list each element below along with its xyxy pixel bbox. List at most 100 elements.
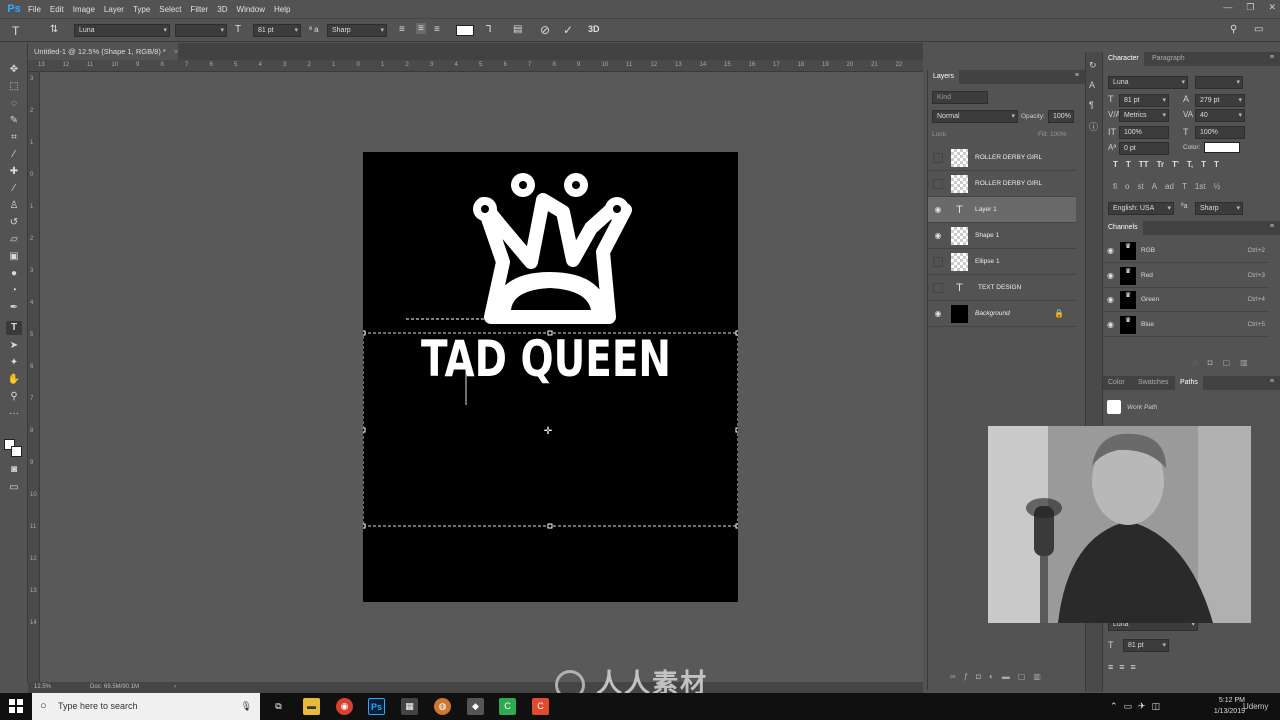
channel-row[interactable]: ◉ ♛ RGB Ctrl+2 <box>1103 239 1269 263</box>
character-panel-icon[interactable]: ▤ <box>513 24 522 35</box>
char-style-button[interactable]: T <box>1214 160 1219 172</box>
menu-window[interactable]: Window <box>237 5 265 14</box>
char-style-button[interactable]: T' <box>1172 160 1179 172</box>
zoom-tool-icon[interactable]: ⚲ <box>6 390 22 404</box>
calculator-icon[interactable]: ▦ <box>401 698 418 715</box>
char-font-style[interactable]: ▾ <box>1195 76 1243 89</box>
marquee-tool-icon[interactable]: ⬚ <box>6 80 22 94</box>
brush-tool-icon[interactable]: ⁄ <box>6 182 22 196</box>
new-channel-icon[interactable]: ▢ <box>1223 358 1241 367</box>
warp-text-icon[interactable]: Ꞁ <box>486 24 492 35</box>
status-arrow-icon[interactable]: › <box>174 682 176 693</box>
tab-character[interactable]: Character <box>1103 52 1144 66</box>
tab-close-icon[interactable]: × <box>174 43 178 60</box>
layer-filter-select[interactable]: Kind <box>932 91 988 104</box>
tab-swatches[interactable]: Swatches <box>1133 376 1173 390</box>
app-orange-icon[interactable]: ◍ <box>434 698 451 715</box>
visibility-eye-icon[interactable] <box>933 179 943 189</box>
opentype-button[interactable]: st <box>1137 182 1143 194</box>
visibility-eye-icon[interactable] <box>933 153 943 163</box>
taskbar-clock[interactable]: 5:12 PM 1/13/2019 <box>1214 695 1245 717</box>
camtasia-red-icon[interactable]: C <box>532 698 549 715</box>
visibility-eye-icon[interactable]: ◉ <box>1107 271 1114 280</box>
char-style-button[interactable]: Tr <box>1157 160 1165 172</box>
healing-brush-tool-icon[interactable]: ✚ <box>6 165 22 179</box>
blur-tool-icon[interactable]: ● <box>6 267 22 281</box>
tab-channels[interactable]: Channels <box>1103 221 1143 235</box>
channel-row[interactable]: ◉ ♛ Red Ctrl+3 <box>1103 264 1269 288</box>
char-tracking[interactable]: 40 ▾ <box>1195 109 1245 122</box>
system-tray[interactable]: ⌃▭✈◫ <box>1110 701 1166 712</box>
visibility-eye-icon[interactable]: ◉ <box>1107 295 1114 304</box>
layer-row[interactable]: ROLLER DERBY GIRL <box>928 145 1076 171</box>
canvas-text-layer[interactable]: TAD QUEEN <box>421 330 671 388</box>
font-family-select[interactable]: Luna ▾ <box>74 24 170 37</box>
taskbar-search-box[interactable]: ○ Type here to search 🎙 <box>32 693 260 720</box>
history-icon[interactable]: ↻ <box>1089 60 1097 71</box>
clone-stamp-tool-icon[interactable]: ♙ <box>6 199 22 213</box>
eraser-tool-icon[interactable]: ▱ <box>6 233 22 247</box>
crop-tool-icon[interactable]: ⌗ <box>6 131 22 145</box>
background-color-swatch[interactable] <box>11 446 22 457</box>
zoom-level[interactable]: 12.5% <box>34 682 51 693</box>
antialias-select[interactable]: Sharp ▾ <box>327 24 387 37</box>
menu-filter[interactable]: Filter <box>191 5 209 14</box>
char-horizontal-scale[interactable]: 100% <box>1195 126 1245 139</box>
type-tool-icon[interactable]: T <box>6 321 22 335</box>
char-style-button[interactable]: T <box>1126 160 1131 172</box>
photoshop-taskbar-icon[interactable]: Ps <box>368 698 385 715</box>
fill-value[interactable]: 100% <box>1050 131 1067 138</box>
tab-layers[interactable]: Layers <box>928 70 960 84</box>
hand-tool-icon[interactable]: ✋ <box>6 373 22 387</box>
dodge-tool-icon[interactable]: ◔ <box>6 284 22 298</box>
menu-type[interactable]: Type <box>133 5 150 14</box>
layer-row[interactable]: T TEXT DESIGN <box>928 275 1076 301</box>
3d-button[interactable]: 3D <box>588 24 600 34</box>
layer-row[interactable]: ROLLER DERBY GIRL <box>928 171 1076 197</box>
opentype-button[interactable]: ad <box>1165 182 1174 194</box>
minimize-icon[interactable]: — <box>1223 2 1232 13</box>
delete-layer-icon[interactable]: ▥ <box>1033 672 1049 681</box>
font-style-select[interactable]: ▾ <box>175 24 227 37</box>
chrome-icon[interactable]: ◉ <box>336 698 353 715</box>
char-style-button[interactable]: T <box>1113 160 1118 172</box>
windows-start-icon[interactable] <box>9 699 23 713</box>
font-size-field[interactable]: 81 pt ▾ <box>253 24 301 37</box>
align-left-icon[interactable]: ≡ <box>399 24 405 35</box>
tab-paths[interactable]: Paths <box>1175 376 1203 390</box>
link-layers-icon[interactable]: ∞ <box>950 672 964 681</box>
visibility-eye-icon[interactable]: ◉ <box>933 309 943 319</box>
gradient-tool-icon[interactable]: ▣ <box>6 250 22 264</box>
quick-select-tool-icon[interactable]: ✎ <box>6 114 22 128</box>
visibility-eye-icon[interactable]: ◉ <box>1107 320 1114 329</box>
fx-icon[interactable]: ƒ <box>964 672 976 681</box>
more-tools-icon[interactable]: ··· <box>6 407 22 421</box>
char-kerning[interactable]: Metrics ▾ <box>1119 109 1169 122</box>
new-layer-icon[interactable]: ▢ <box>1018 672 1034 681</box>
search-icon[interactable]: ⚲ <box>1230 24 1237 35</box>
move-tool-icon[interactable]: ✥ <box>6 63 22 77</box>
lower-align-buttons[interactable]: ≡≡≡ <box>1108 662 1142 672</box>
menu-3d[interactable]: 3D <box>217 5 227 14</box>
save-selection-icon[interactable]: ◘ <box>1208 358 1223 367</box>
char-font-family[interactable]: Luna ▾ <box>1108 76 1188 89</box>
layer-row[interactable]: ◉ T Layer 1 <box>928 197 1076 223</box>
align-right-icon[interactable]: ≡ <box>434 24 440 35</box>
opentype-button[interactable]: 1st <box>1195 182 1206 194</box>
lasso-tool-icon[interactable]: ◌ <box>6 97 22 111</box>
visibility-eye-icon[interactable]: ◉ <box>1107 246 1114 255</box>
char-language[interactable]: English: USA ▾ <box>1108 202 1174 215</box>
cancel-icon[interactable]: ⊘ <box>540 23 550 37</box>
task-view-icon[interactable]: ⧉ <box>270 698 287 715</box>
file-explorer-icon[interactable]: ▬ <box>303 698 320 715</box>
quick-mask-icon[interactable]: ◙ <box>6 463 22 477</box>
panel-menu-icon[interactable]: ≡ <box>1075 72 1079 79</box>
char-color-swatch[interactable] <box>1204 142 1240 153</box>
path-selection-tool-icon[interactable]: ➤ <box>6 339 22 353</box>
load-selection-icon[interactable]: ◌ <box>1193 358 1208 367</box>
char-leading[interactable]: 279 pt ▾ <box>1195 94 1245 107</box>
screen-mode-icon[interactable]: ▭ <box>6 481 22 495</box>
opacity-field[interactable]: 100% <box>1048 110 1074 123</box>
channel-row[interactable]: ◉ ♛ Blue Ctrl+5 <box>1103 313 1269 337</box>
app-car-icon[interactable]: ◆ <box>467 698 484 715</box>
